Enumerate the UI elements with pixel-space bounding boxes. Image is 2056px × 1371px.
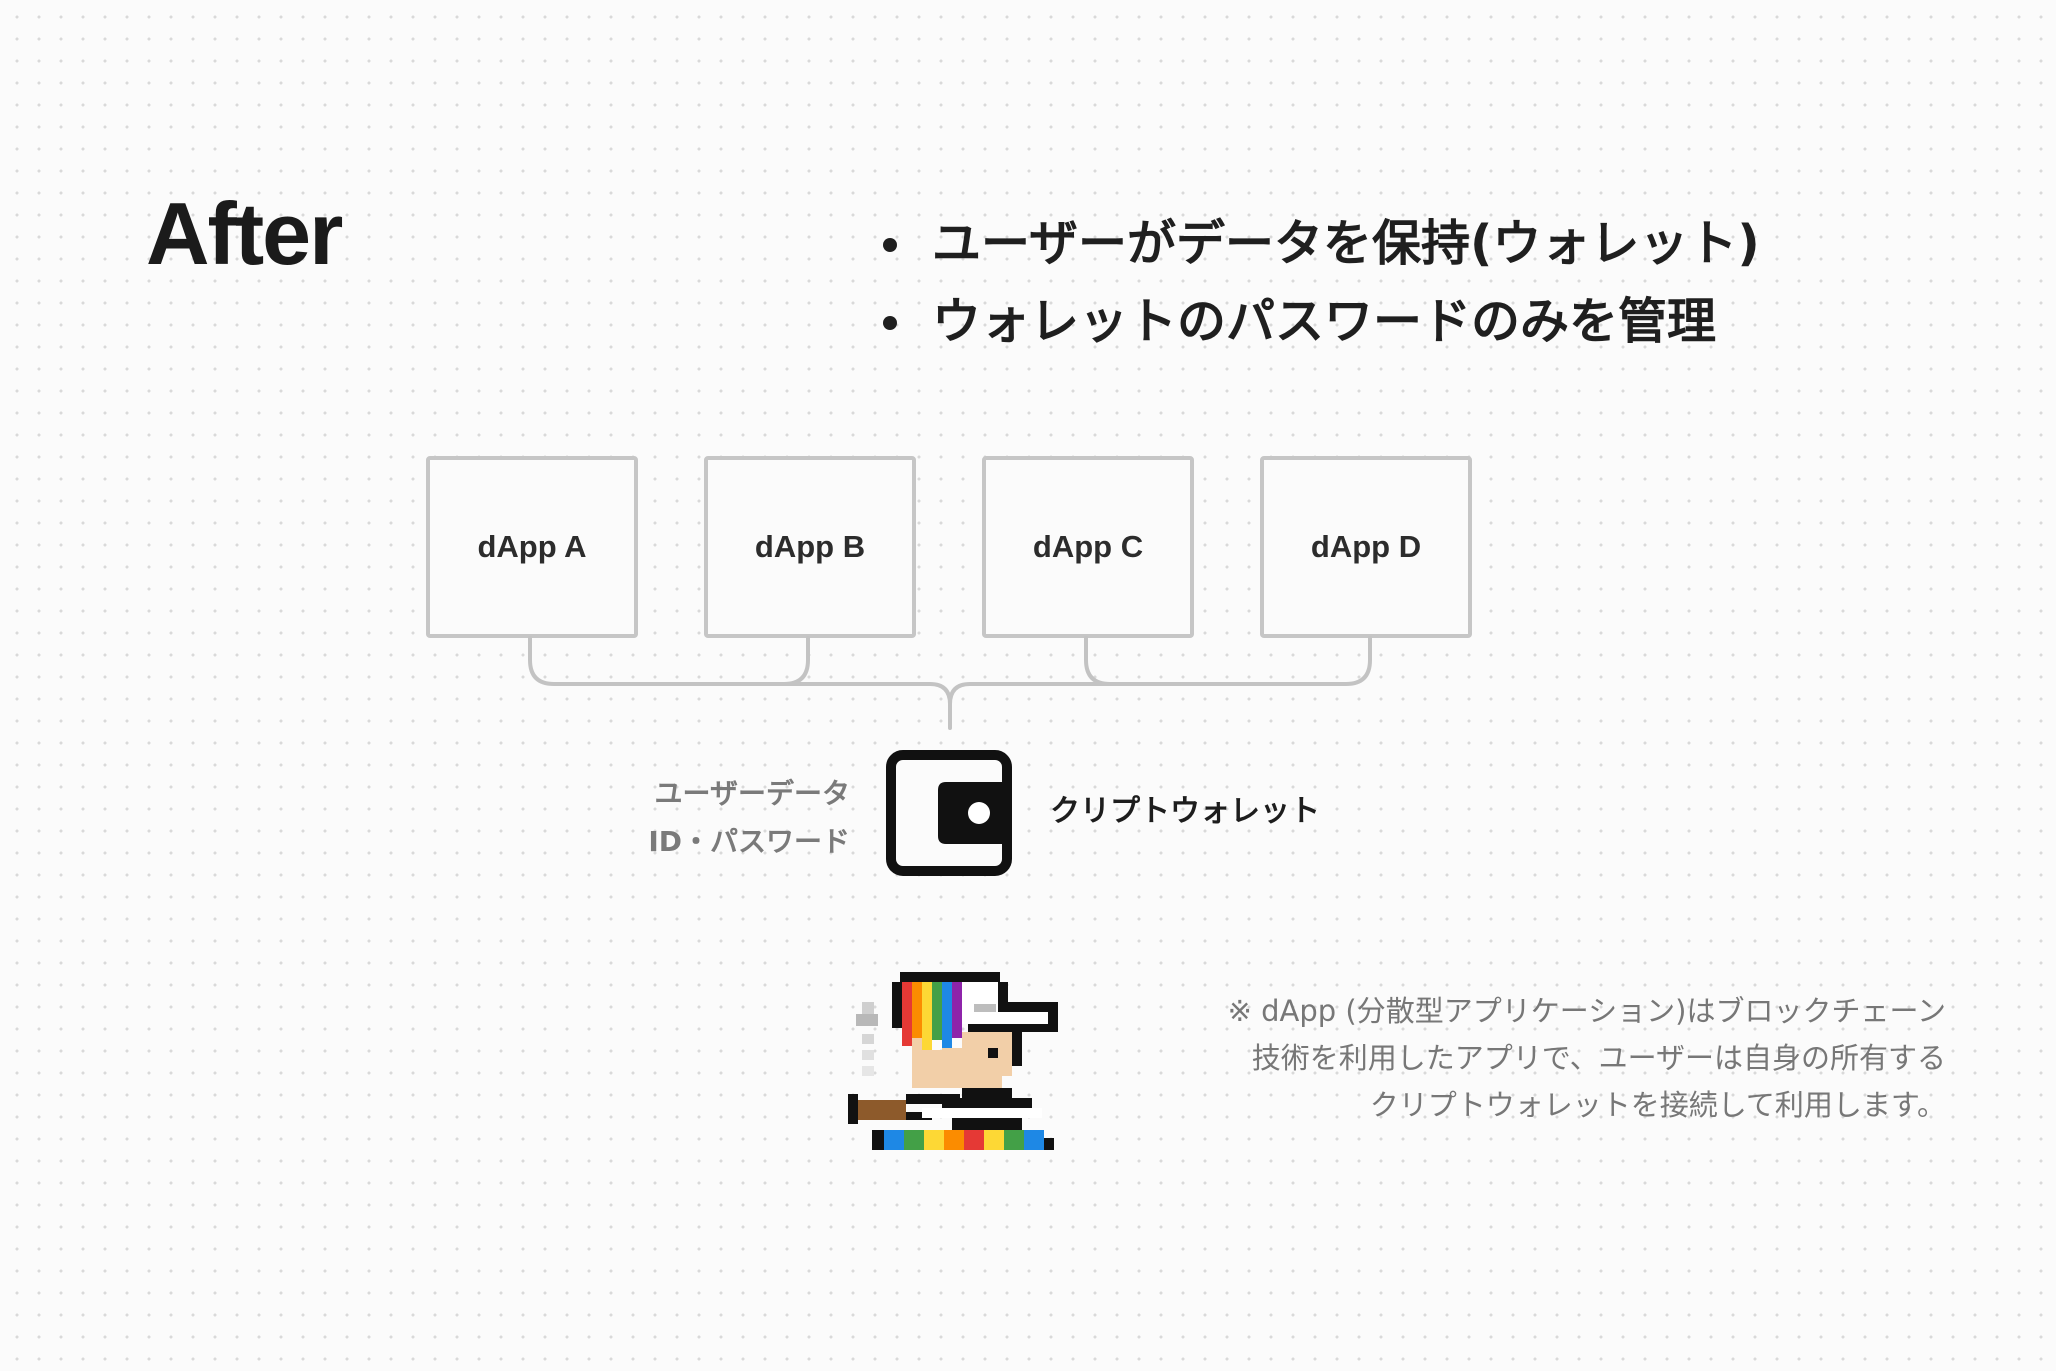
dapp-box-c: dApp C: [982, 456, 1194, 638]
bullet-item: ウォレットのパスワードのみを管理: [880, 283, 1760, 361]
user-data-label: ユーザーデータ ID・パスワード: [560, 770, 850, 866]
dapp-box-d: dApp D: [1260, 456, 1472, 638]
dapp-footnote: ※ dApp (分散型アプリケーション)はブロックチェーン 技術を利用したアプリ…: [1120, 988, 1946, 1129]
crypto-wallet-label: クリプトウォレット: [1050, 794, 1320, 829]
pixel-avatar-icon: [848, 972, 1058, 1150]
footnote-line: クリプトウォレットを接続して利用します。: [1369, 1088, 1946, 1122]
footnote-line: 技術を利用したアプリで、ユーザーは自身の所有する: [1251, 1041, 1946, 1075]
bullet-dot-icon: [883, 316, 897, 330]
bullet-dot-icon: [883, 238, 897, 252]
feature-bullet-list: ユーザーがデータを保持(ウォレット) ウォレットのパスワードのみを管理: [880, 205, 1760, 361]
dapp-box-b: dApp B: [704, 456, 916, 638]
bullet-text: ウォレットのパスワードのみを管理: [932, 293, 1717, 350]
page-title: After: [146, 184, 343, 283]
id-password-line: ID・パスワード: [648, 825, 850, 858]
wallet-icon: [886, 750, 1012, 876]
brace-connector: [528, 636, 1372, 730]
bullet-text: ユーザーがデータを保持(ウォレット): [932, 215, 1760, 272]
user-data-line: ユーザーデータ: [654, 777, 850, 810]
dapp-box-a: dApp A: [426, 456, 638, 638]
bullet-item: ユーザーがデータを保持(ウォレット): [880, 205, 1760, 283]
footnote-line: ※ dApp (分散型アプリケーション)はブロックチェーン: [1227, 994, 1946, 1028]
